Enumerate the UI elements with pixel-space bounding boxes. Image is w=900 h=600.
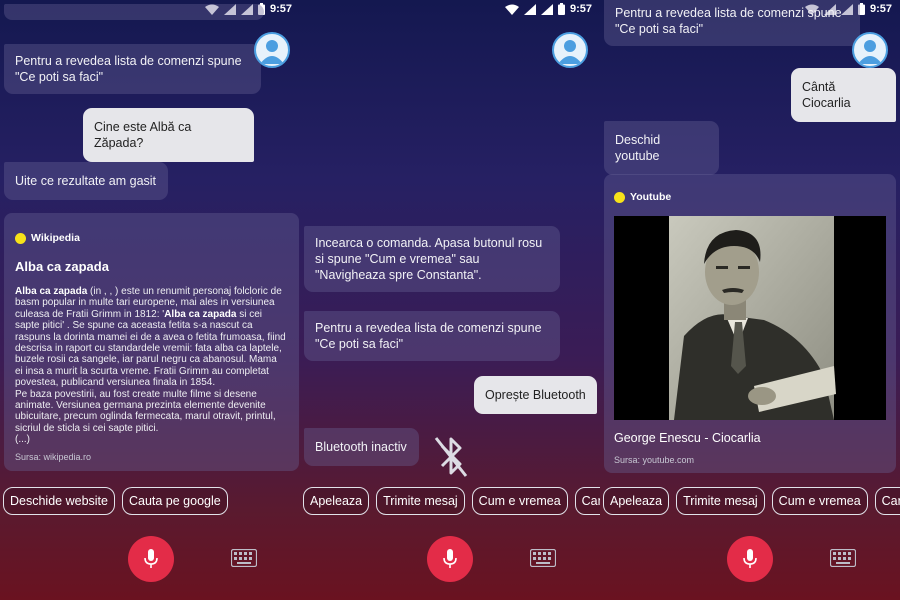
status-time: 9:57	[569, 3, 592, 15]
screen-youtube: 9:57 Pentru a revedea lista de comenzi s…	[600, 0, 900, 600]
suggestion-chips: Deschide website Cauta pe google	[3, 487, 228, 515]
user-avatar-icon	[254, 32, 290, 68]
screen-wikipedia: 9:57 Pentru a revedea lista de comenzi s…	[0, 0, 300, 600]
microphone-icon	[144, 549, 158, 568]
chat-bubble-bot: Pentru a revedea lista de comenzi spune …	[604, 0, 860, 46]
screen-bluetooth: 9:57 Incearca o comanda. Apasa butonul r…	[300, 0, 600, 600]
chip-open-website[interactable]: Deschide website	[3, 487, 115, 515]
chip-partial[interactable]: Can	[874, 487, 900, 515]
chip-send-message[interactable]: Trimite mesaj	[376, 487, 465, 515]
chat-bubble-user: Cine este Albă ca Zăpada?	[83, 108, 254, 162]
status-icons: 9:57	[504, 3, 592, 15]
chip-weather[interactable]: Cum e vremea	[471, 487, 568, 515]
keyboard-icon[interactable]	[231, 549, 257, 567]
signal-icon	[540, 3, 553, 15]
card-source-name: Youtube	[630, 191, 672, 203]
wifi-icon	[504, 4, 519, 15]
card-text-paragraph: Pe baza povestirii, au fost create multe…	[15, 388, 276, 434]
chat-bubble-user: Oprește Bluetooth	[474, 376, 597, 414]
screens: 9:57 Pentru a revedea lista de comenzi s…	[0, 0, 900, 600]
card-source-name: Wikipedia	[31, 232, 80, 244]
card-text-bold: Alba ca zapada	[164, 308, 237, 320]
status-time: 9:57	[869, 3, 892, 15]
source-dot-icon	[15, 232, 26, 244]
card-source-line: Sursa: youtube.com	[614, 455, 695, 465]
suggestion-chips: Apeleaza Trimite mesaj Cum e vremea Can	[303, 487, 600, 515]
microphone-button[interactable]	[427, 536, 473, 582]
card-source-header: Wikipedia	[15, 232, 80, 244]
video-thumbnail[interactable]	[614, 216, 886, 420]
status-bar: 9:57	[300, 0, 600, 20]
source-dot-icon	[614, 191, 625, 203]
chip-search-google[interactable]: Cauta pe google	[121, 487, 228, 515]
battery-icon	[557, 3, 565, 15]
portrait-image	[614, 216, 886, 420]
bluetooth-off-icon	[434, 437, 468, 477]
user-avatar-icon	[852, 32, 888, 68]
card-source-header: Youtube	[614, 191, 671, 203]
microphone-button[interactable]	[128, 536, 174, 582]
chat-bubble-bot: Bluetooth inactiv	[304, 428, 419, 466]
card-text-part: si cei sapte pitici' . Se spune ca aceas…	[15, 308, 286, 389]
chat-bubble-bot-partial	[4, 4, 264, 20]
microphone-icon	[743, 549, 757, 568]
microphone-icon	[443, 549, 457, 568]
chat-bubble-bot: Pentru a revedea lista de comenzi spune …	[4, 44, 261, 94]
microphone-button[interactable]	[727, 536, 773, 582]
chip-weather[interactable]: Cum e vremea	[771, 487, 868, 515]
chat-bubble-bot: Pentru a revedea lista de comenzi spune …	[304, 311, 560, 361]
video-title: George Enescu - Ciocarlia	[614, 431, 761, 445]
keyboard-icon[interactable]	[830, 549, 856, 567]
wikipedia-card[interactable]: Wikipedia Alba ca zapada Alba ca zapada …	[4, 213, 299, 471]
status-time: 9:57	[269, 3, 292, 15]
card-text: Alba ca zapada (in , , ) este un renumit…	[15, 286, 287, 446]
card-text-bold: Alba ca zapada	[15, 286, 88, 297]
suggestion-chips: Apeleaza Trimite mesaj Cum e vremea Can	[603, 487, 900, 515]
chat-bubble-bot: Incearca o comanda. Apasa butonul rosu s…	[304, 226, 560, 292]
chip-send-message[interactable]: Trimite mesaj	[676, 487, 765, 515]
card-source-line: Sursa: wikipedia.ro	[15, 452, 92, 462]
signal-icon	[523, 3, 536, 15]
chat-bubble-user: Cântă Ciocarlia	[791, 68, 896, 122]
card-text-ellipsis: (...)	[15, 434, 30, 446]
chat-bubble-bot: Deschid youtube	[604, 121, 719, 175]
chat-bubble-bot: Uite ce rezultate am gasit	[4, 162, 168, 200]
youtube-card[interactable]: Youtube George Enescu - Ciocarlia Sursa:…	[604, 174, 896, 473]
card-title: Alba ca zapada	[15, 259, 109, 274]
keyboard-icon[interactable]	[530, 549, 556, 567]
chip-call[interactable]: Apeleaza	[603, 487, 670, 515]
chip-partial[interactable]: Can	[574, 487, 600, 515]
chip-call[interactable]: Apeleaza	[303, 487, 370, 515]
user-avatar-icon	[552, 32, 588, 68]
